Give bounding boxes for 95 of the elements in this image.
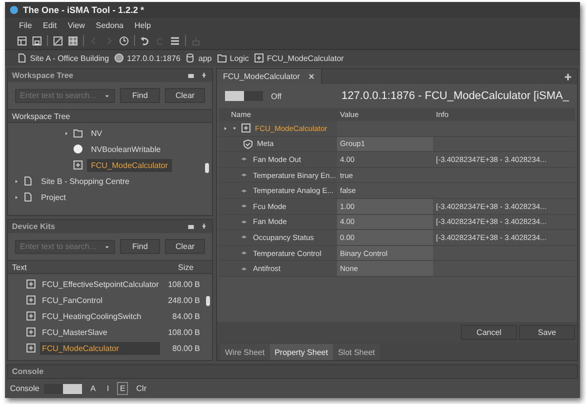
breadcrumb-link[interactable]: app <box>198 54 212 62</box>
maximize-icon[interactable] <box>187 72 195 80</box>
filter-button[interactable]: E <box>116 382 128 395</box>
kit-item[interactable]: FCU_HeatingCoolingSwitch <box>40 310 160 323</box>
console-label: Console <box>10 384 40 393</box>
shield-icon <box>243 138 253 149</box>
component-icon <box>26 311 36 322</box>
save-icon[interactable] <box>32 36 42 46</box>
edit-icon[interactable] <box>53 36 63 46</box>
tree-item[interactable]: FCU_ModeCalculator <box>87 158 172 172</box>
window-title: The One - iSMA Tool - 1.2.2 * <box>23 5 144 15</box>
kit-size: 84.00 B <box>171 312 200 321</box>
component-icon <box>254 53 264 63</box>
app-logo-icon <box>9 5 19 15</box>
component-icon <box>26 343 36 354</box>
slot-icon <box>239 218 249 225</box>
folder-icon <box>73 128 83 138</box>
pin-icon[interactable] <box>200 72 208 80</box>
component-icon <box>241 123 251 134</box>
component-icon <box>26 295 36 306</box>
clear-button[interactable]: Clear <box>165 239 205 254</box>
component-icon <box>26 279 36 290</box>
menu-item[interactable]: Sedona <box>96 20 124 30</box>
scrollbar-thumb[interactable] <box>205 163 209 173</box>
column-title: Workspace Tree <box>11 112 72 120</box>
slot-icon <box>239 266 249 272</box>
kit-item[interactable]: FCU_EffectiveSetpointCalculator <box>40 278 160 291</box>
slot-icon <box>239 234 249 240</box>
component-icon <box>73 160 83 170</box>
slot-icon <box>239 203 249 210</box>
breadcrumb-link[interactable]: 127.0.0.1:1876 <box>127 54 180 62</box>
panel-title: Console <box>7 364 578 379</box>
folder-icon <box>216 53 227 63</box>
panel-title: Device Kits <box>12 222 56 232</box>
filter-button[interactable]: I <box>104 382 112 395</box>
kit-size: 108.00 B <box>166 328 200 337</box>
add-tab-icon[interactable] <box>564 72 572 80</box>
view-tab[interactable]: Slot Sheet <box>332 344 380 360</box>
device-icon <box>114 53 124 63</box>
collapse-arrow-icon[interactable] <box>232 126 237 131</box>
menu-item[interactable]: File <box>19 20 32 30</box>
kit-size: 108.00 B <box>166 280 200 289</box>
clock-icon[interactable] <box>119 36 129 46</box>
close-icon[interactable] <box>308 73 315 80</box>
kit-size: 248.00 B <box>166 296 200 305</box>
expand-arrow-icon[interactable] <box>14 194 19 200</box>
component-icon <box>26 327 36 338</box>
tree-item[interactable]: Project <box>37 190 70 204</box>
scrollbar-thumb[interactable] <box>206 296 210 306</box>
kit-item[interactable]: FCU_MasterSlave <box>40 326 160 339</box>
tree-item[interactable]: Site B - Shopping Centre <box>37 174 134 188</box>
save-button[interactable]: Save <box>519 325 575 340</box>
slot-icon <box>239 172 249 178</box>
document-icon <box>17 53 27 63</box>
editor-tab[interactable]: FCU_ModeCalculator <box>217 69 322 84</box>
slot-icon <box>239 188 249 194</box>
page-heading: 127.0.0.1:1876 - FCU_ModeCalculator [iSMA_ <box>342 90 569 102</box>
undo-icon[interactable] <box>140 36 150 46</box>
kit-size: 80.00 B <box>171 344 200 353</box>
menu-item[interactable]: Help <box>134 20 151 30</box>
grid-icon[interactable] <box>68 36 78 46</box>
filter-button[interactable]: A <box>87 382 99 395</box>
boolean-icon <box>73 144 83 154</box>
panel-title: Workspace Tree <box>12 71 74 80</box>
slot-icon <box>239 250 249 256</box>
list-icon[interactable] <box>170 36 180 46</box>
tree-item[interactable]: NV <box>87 126 106 140</box>
expand-arrow-icon[interactable] <box>64 130 69 136</box>
view-tab[interactable]: Property Sheet <box>270 344 333 360</box>
menu-item[interactable]: Edit <box>42 20 57 30</box>
tree-item[interactable]: NVBooleanWritable <box>87 142 165 156</box>
column-title: Text <box>11 262 28 272</box>
breadcrumb-link[interactable]: Site A - Office Building <box>30 54 110 62</box>
expand-arrow-icon[interactable] <box>14 178 19 184</box>
database-icon <box>185 53 196 63</box>
expand-arrow-icon[interactable] <box>223 126 228 131</box>
find-button[interactable]: Find <box>120 88 160 103</box>
breadcrumb-link[interactable]: FCU_ModeCalculator <box>266 54 344 62</box>
tab-title: FCU_ModeCalculator <box>223 72 300 81</box>
clear-button[interactable]: Clr <box>133 382 150 395</box>
breadcrumb-link[interactable]: Logic <box>230 54 249 62</box>
find-button[interactable]: Find <box>120 239 160 254</box>
view-tab[interactable]: Wire Sheet <box>220 344 270 360</box>
kit-item[interactable]: FCU_FanControl <box>40 294 160 307</box>
cancel-button[interactable]: Cancel <box>461 325 517 340</box>
dropdown-caret-icon[interactable] <box>104 244 110 250</box>
clear-button[interactable]: Clear <box>165 88 205 103</box>
dropdown-caret-icon[interactable] <box>104 92 110 98</box>
slot-icon <box>239 156 249 162</box>
column-title: Size <box>177 262 195 272</box>
menu-item[interactable]: View <box>68 20 85 30</box>
kit-item[interactable]: FCU_ModeCalculator <box>40 342 160 355</box>
toggle-switch[interactable] <box>44 384 82 394</box>
table-icon[interactable] <box>17 36 27 46</box>
pin-icon[interactable] <box>200 222 208 231</box>
